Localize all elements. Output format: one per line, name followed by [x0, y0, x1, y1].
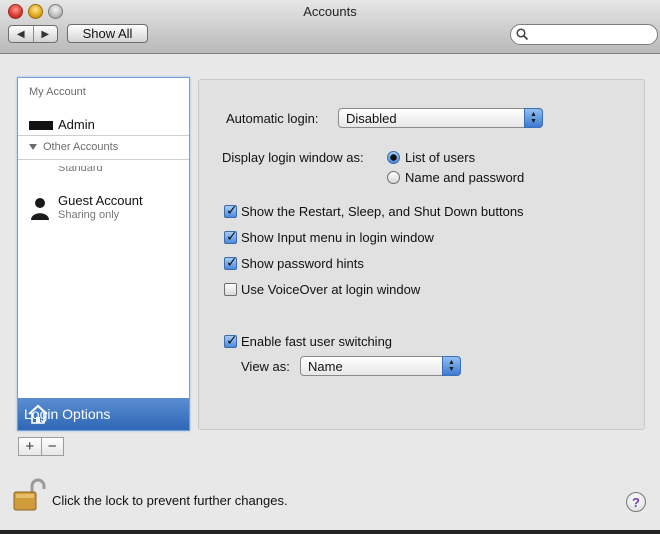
checkbox-fast-user-switching-label: Enable fast user switching [241, 334, 393, 349]
display-as-label: Display login window as: [222, 150, 364, 165]
sidebar-divider [18, 159, 189, 160]
accounts-window: Accounts ◀ ▶ Show All My Account Admin O… [0, 0, 660, 530]
my-account-header: My Account [29, 86, 86, 98]
automatic-login-popup[interactable]: Disabled ▲ ▼ [338, 108, 543, 128]
radio-name-and-password-label: Name and password [405, 170, 525, 185]
login-options-panel [198, 79, 645, 430]
search-icon [516, 28, 529, 41]
popup-arrows-icon: ▲ ▼ [524, 108, 543, 128]
popup-arrows-icon: ▲ ▼ [442, 356, 461, 376]
clipped-standard-row: Standard [18, 166, 189, 176]
automatic-login-label: Automatic login: [226, 111, 319, 126]
standard-account-label: Standard [58, 166, 103, 174]
checkbox-input-menu-label: Show Input menu in login window [241, 230, 434, 245]
disclosure-triangle-icon[interactable] [29, 144, 37, 150]
login-options-label: Login Options [24, 406, 111, 422]
radio-list-of-users-label: List of users [405, 150, 476, 165]
guest-account-sub: Sharing only [58, 209, 120, 221]
admin-account-item[interactable]: Admin [58, 117, 95, 132]
lock-hint-text: Click the lock to prevent further change… [52, 493, 288, 508]
checkbox-restart-buttons-label: Show the Restart, Sleep, and Shut Down b… [241, 204, 524, 219]
add-account-button[interactable]: + [19, 438, 41, 455]
checkmark-icon: ✓ [226, 254, 238, 270]
window-title: Accounts [303, 4, 357, 19]
checkmark-icon: ✓ [226, 228, 238, 244]
checkbox-voiceover[interactable] [224, 283, 237, 296]
automatic-login-value: Disabled [346, 111, 397, 126]
help-button[interactable]: ? [626, 492, 646, 512]
view-as-label: View as: [241, 359, 290, 374]
accounts-sidebar: My Account Admin Other Accounts Standard… [17, 77, 190, 431]
guest-account-name[interactable]: Guest Account [58, 193, 143, 208]
radio-name-and-password[interactable] [387, 171, 400, 184]
remove-account-button[interactable]: − [40, 438, 64, 455]
back-forward-control: ◀ ▶ [8, 25, 58, 43]
login-options-item[interactable]: Login Options [18, 398, 189, 430]
search-field[interactable] [510, 24, 658, 45]
view-as-value: Name [308, 359, 343, 374]
checkbox-restart-buttons[interactable]: ✓ [224, 202, 238, 218]
radio-list-of-users[interactable] [387, 151, 400, 164]
forward-button[interactable]: ▶ [32, 26, 58, 42]
checkmark-icon: ✓ [226, 202, 238, 218]
sidebar-divider [18, 135, 189, 136]
show-all-button[interactable]: Show All [67, 24, 148, 43]
search-input[interactable] [533, 26, 655, 43]
checkbox-password-hints[interactable]: ✓ [224, 254, 238, 270]
view-as-popup[interactable]: Name ▲ ▼ [300, 356, 461, 376]
add-remove-control: + − [18, 437, 64, 456]
checkbox-input-menu[interactable]: ✓ [224, 228, 238, 244]
unlocked-padlock-icon[interactable] [13, 478, 47, 512]
checkbox-fast-user-switching[interactable]: ✓ [224, 332, 238, 348]
checkbox-voiceover-label: Use VoiceOver at login window [241, 282, 421, 297]
checkmark-icon: ✓ [226, 332, 238, 348]
checkbox-password-hints-label: Show password hints [241, 256, 364, 271]
redacted-user-name [29, 121, 53, 130]
other-accounts-header: Other Accounts [43, 141, 119, 153]
guest-account-icon [31, 198, 49, 220]
toolbar: Accounts ◀ ▶ Show All [0, 0, 660, 54]
back-button[interactable]: ◀ [9, 26, 33, 42]
